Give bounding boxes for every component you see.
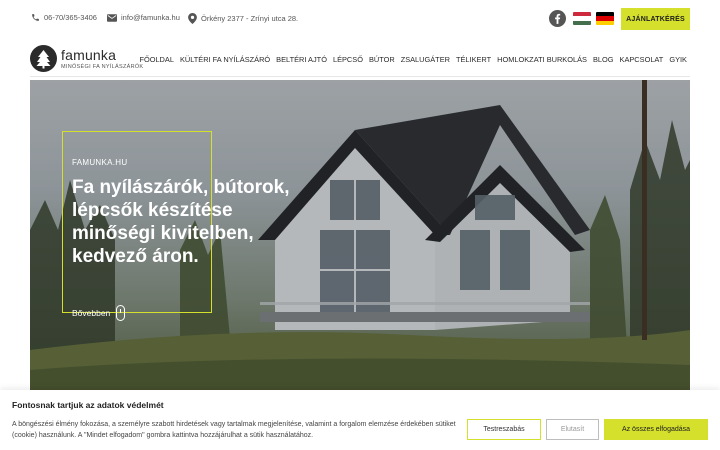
- address-contact[interactable]: Örkény 2377 - Zrínyi utca 28.: [188, 13, 298, 24]
- german-flag-icon[interactable]: [596, 12, 614, 25]
- nav-item-furniture[interactable]: BÚTOR: [369, 55, 395, 64]
- hero-eyebrow: FAMUNKA.HU: [72, 158, 128, 167]
- logo-tree-icon[interactable]: [30, 45, 57, 72]
- email-contact[interactable]: info@famunka.hu: [107, 13, 180, 22]
- cookie-accept-all-button[interactable]: Az összes elfogadása: [604, 419, 708, 440]
- hungarian-flag-icon[interactable]: [573, 12, 591, 25]
- nav-item-home[interactable]: FŐOLDAL: [139, 55, 174, 64]
- main-navigation: FŐOLDAL KÜLTÉRI FA NYÍLÁSZÁRÓ BELTÉRI AJ…: [139, 55, 687, 64]
- nav-item-blog[interactable]: BLOG: [593, 55, 614, 64]
- phone-contact[interactable]: 06-70/365-3406: [31, 13, 97, 22]
- hero-title-line: minőségi kivitelben,: [72, 223, 254, 244]
- quote-request-button[interactable]: AJÁNLATKÉRÉS: [621, 8, 690, 30]
- location-pin-icon: [188, 13, 197, 24]
- hero-title-line: kedvező áron.: [72, 246, 199, 267]
- nav-item-facade-cladding[interactable]: HOMLOKZATI BURKOLÁS: [497, 55, 587, 64]
- top-bar: 06-70/365-3406 info@famunka.hu Örkény 23…: [0, 0, 720, 38]
- cookie-description: A böngészési élmény fokozása, a személyr…: [12, 421, 456, 439]
- nav-item-contact[interactable]: KAPCSOLAT: [620, 55, 664, 64]
- header-divider: [30, 76, 690, 77]
- nav-item-exterior-windows[interactable]: KÜLTÉRI FA NYÍLÁSZÁRÓ: [180, 55, 270, 64]
- hero-banner: FAMUNKA.HU Fa nyílászárók, bútorok, lépc…: [30, 80, 690, 392]
- phone-icon: [32, 14, 39, 21]
- mouse-scroll-icon: [116, 305, 126, 321]
- hero-title-line: Fa nyílászárók, bútorok,: [72, 177, 290, 198]
- brand-name[interactable]: famunka: [61, 47, 116, 63]
- nav-item-faq[interactable]: GYIK: [669, 55, 687, 64]
- address-text: Örkény 2377 - Zrínyi utca 28.: [201, 14, 299, 23]
- main-header: famunka MINŐSÉGI FA NYÍLÁSZÁRÓK FŐOLDAL …: [0, 38, 720, 80]
- phone-number: 06-70/365-3406: [44, 13, 97, 22]
- hero-title: Fa nyílászárók, bútorok, lépcsők készíté…: [72, 176, 372, 268]
- nav-item-shutters[interactable]: ZSALUGÁTER: [401, 55, 450, 64]
- email-address: info@famunka.hu: [121, 13, 180, 22]
- nav-item-stairs[interactable]: LÉPCSŐ: [333, 55, 363, 64]
- mail-icon: [107, 13, 117, 22]
- brand-tagline: MINŐSÉGI FA NYÍLÁSZÁRÓK: [61, 64, 144, 70]
- cookie-consent-banner: Fontosnak tartjuk az adatok védelmét A b…: [0, 390, 720, 450]
- facebook-icon[interactable]: [549, 10, 566, 27]
- nav-item-winter-garden[interactable]: TÉLIKERT: [456, 55, 491, 64]
- nav-item-interior-doors[interactable]: BELTÉRI AJTÓ: [276, 55, 327, 64]
- cookie-reject-button[interactable]: Elutasít: [546, 419, 599, 440]
- more-label: Bővebben: [72, 308, 111, 318]
- hero-title-line: lépcsők készítése: [72, 200, 233, 221]
- cookie-customize-button[interactable]: Testreszabás: [467, 419, 541, 440]
- cookie-title: Fontosnak tartjuk az adatok védelmét: [12, 400, 164, 410]
- more-link[interactable]: Bővebben: [72, 305, 126, 321]
